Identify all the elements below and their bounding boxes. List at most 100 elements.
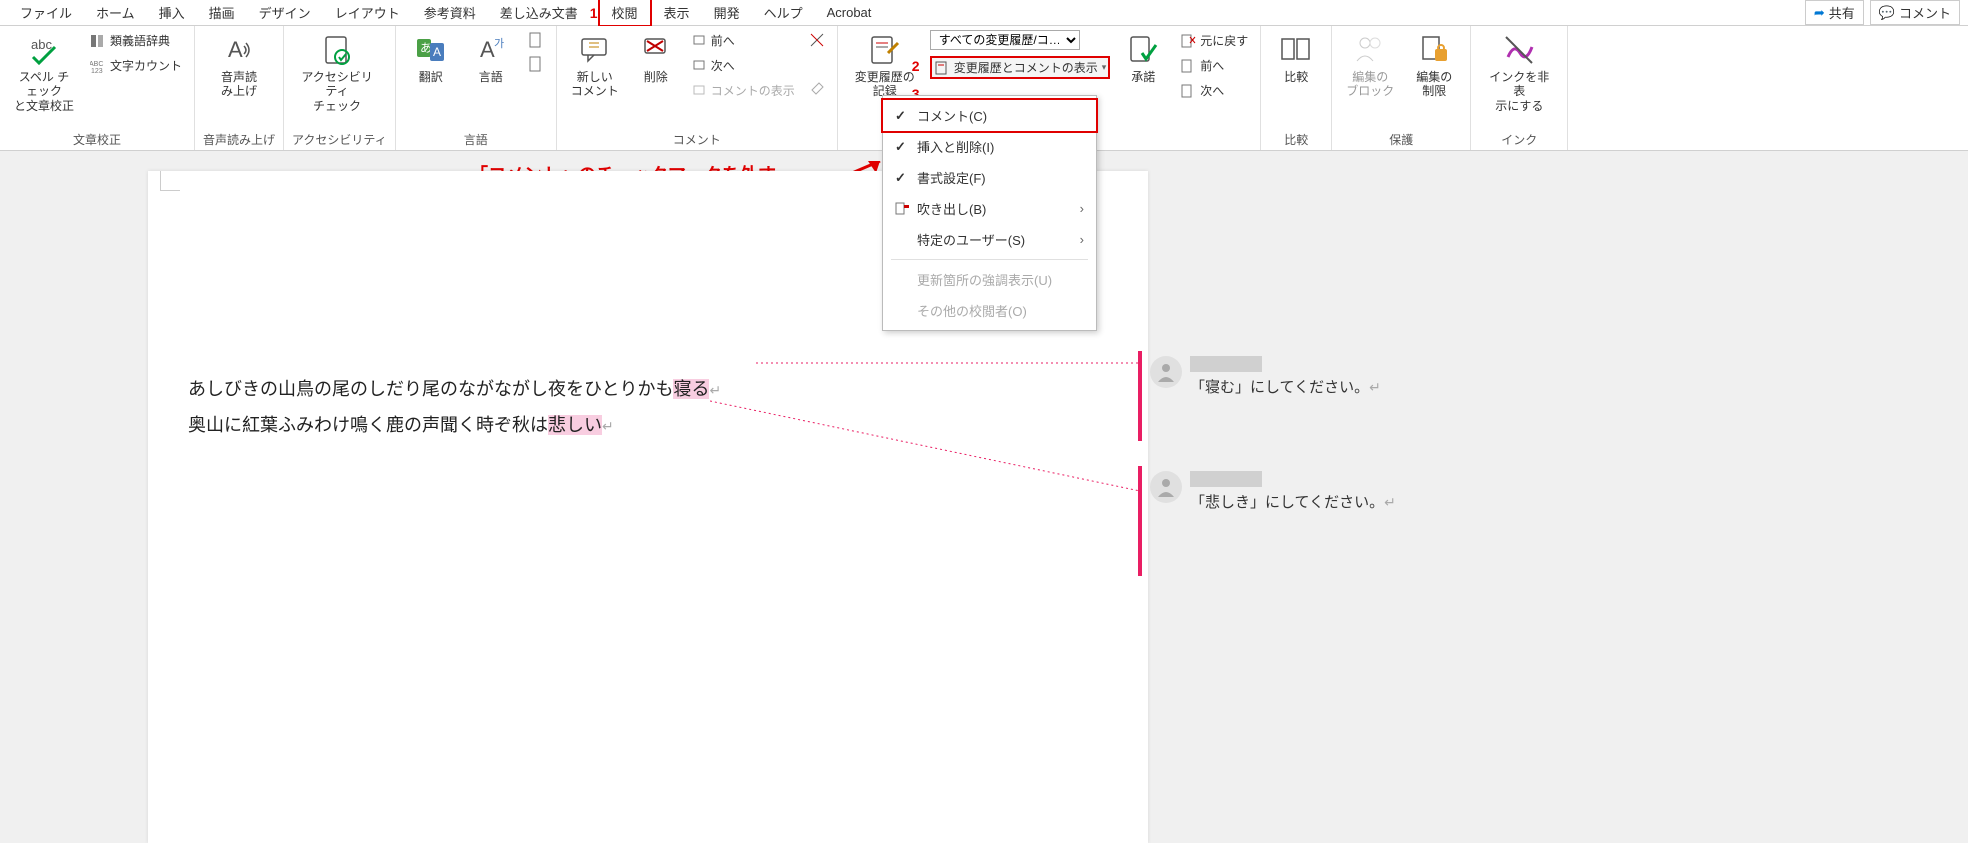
share-button[interactable]: ➦ 共有 [1805,0,1864,25]
comment-1[interactable]: 「寝む」にしてください。↵ [1150,356,1530,397]
prev-change-label: 前へ [1200,57,1224,74]
newcomment-button[interactable]: 新しいコメント [565,30,625,101]
dropdown-specific-people-label: 特定のユーザー(S) [917,230,1025,249]
menu-help[interactable]: ヘルプ [752,0,815,25]
show-markup-button[interactable]: 変更履歴とコメントの表示 ▾ [930,56,1111,79]
dropdown-formatting[interactable]: ✓ 書式設定(F) [883,162,1096,193]
check-icon: ✓ [895,139,909,155]
accept-label: 承諾 [1131,70,1155,84]
menu-bar: ファイル ホーム 挿入 描画 デザイン レイアウト 参考資料 差し込み文書 1 … [0,0,1968,26]
svg-text:abc: abc [31,37,52,52]
doc-icon [528,32,544,48]
menu-view[interactable]: 表示 [652,0,702,25]
newcomment-icon [577,32,613,68]
menu-draw[interactable]: 描画 [197,0,247,25]
balloon-icon [895,202,909,216]
thesaurus-button[interactable]: 類義語辞典 [86,30,186,51]
annotation-2: 2 [912,58,920,74]
avatar-icon [1150,471,1182,503]
svg-text:A: A [480,37,495,62]
group-compare-label: 比較 [1269,129,1323,148]
dropdown-specific-people[interactable]: 特定のユーザー(S) › [883,224,1096,255]
menu-home[interactable]: ホーム [84,0,147,25]
next-change-icon [1180,83,1196,99]
menu-file[interactable]: ファイル [8,0,84,25]
menu-references[interactable]: 参考資料 [412,0,488,25]
translate-label: 翻訳 [419,70,443,84]
prev-change-button[interactable]: 前へ [1176,55,1252,76]
group-speech: A 音声読み上げ 音声読み上げ [195,26,284,150]
nextcomment-button[interactable]: 次へ [687,55,799,76]
group-protect: 編集のブロック 編集の制限 保護 [1332,26,1471,150]
svg-text:ABC: ABC [90,61,103,68]
comment-label-top: コメント [1899,3,1951,22]
dropdown-comments-label: コメント(C) [917,106,987,125]
wordcount-icon: ABC123 [90,58,106,74]
compare-button[interactable]: 比較 [1269,30,1323,86]
svg-text:가: 가 [494,37,504,50]
check-icon: ✓ [895,170,909,186]
display-combobox[interactable]: すべての変更履歴/コ… [930,30,1080,50]
next-icon [691,58,707,74]
doc-icon-2 [528,56,544,72]
ink-btn[interactable] [805,30,829,50]
annotation-1: 1 [590,5,598,21]
doc-line-1[interactable]: あしびきの山鳥の尾のしだり尾のながながし夜をひとりかも寝る↵ [188,371,1108,407]
change-bar-2 [1138,466,1142,576]
prevcomment-button[interactable]: 前へ [687,30,799,51]
menu-design[interactable]: デザイン [247,0,323,25]
menu-developer[interactable]: 開発 [702,0,752,25]
trackchanges-icon [867,32,903,68]
menu-insert[interactable]: 挿入 [147,0,197,25]
lang-extra2-button[interactable] [524,54,548,74]
spellcheck-button[interactable]: abc スペル チェックと文章校正 [8,30,80,115]
wordcount-button[interactable]: ABC123 文字カウント [86,55,186,76]
comment-author-redacted [1190,356,1262,372]
menu-mailings[interactable]: 差し込み文書 [488,0,590,25]
dropdown-balloons-label: 吹き出し(B) [917,199,986,218]
page-corner-mark [160,171,180,191]
doc-line-2[interactable]: 奥山に紅葉ふみわけ鳴く鹿の声聞く時ぞ秋は悲しい↵ [188,407,1108,443]
accessibility-button[interactable]: アクセシビリティチェック [292,30,382,115]
readaloud-button[interactable]: A 音声読み上げ [203,30,275,101]
reject-button[interactable]: 元に戻す [1176,30,1252,51]
menu-layout[interactable]: レイアウト [323,0,412,25]
pen-strike-icon [809,32,825,48]
restrict-button[interactable]: 編集の制限 [1406,30,1462,101]
menu-acrobat[interactable]: Acrobat [815,2,884,23]
compare-label: 比較 [1284,70,1308,84]
comments-button-top[interactable]: 💬 コメント [1870,0,1960,25]
group-ink: インクを非表示にする インク [1471,26,1568,150]
accessibility-label: アクセシビリティチェック [298,70,376,113]
next-change-label: 次へ [1200,82,1224,99]
group-proofing-label: 文章校正 [8,129,186,148]
dropdown-balloons[interactable]: 吹き出し(B) › [883,193,1096,224]
dropdown-insertions[interactable]: ✓ 挿入と削除(I) [883,131,1096,162]
language-button[interactable]: A가 言語 [464,30,518,86]
showcomments-icon [691,83,707,99]
showcomments-button[interactable]: コメントの表示 [687,80,799,101]
translate-button[interactable]: あA 翻訳 [404,30,458,86]
dropdown-separator [891,259,1088,260]
dropdown-insertions-label: 挿入と削除(I) [917,137,994,156]
paragraph-mark-icon: ↵ [602,420,614,435]
next-change-button[interactable]: 次へ [1176,80,1252,101]
translate-icon: あA [413,32,449,68]
deletecomment-button[interactable]: 削除 [631,30,681,86]
share-icon: ➦ [1814,5,1825,21]
comment-2[interactable]: 「悲しき」にしてください。↵ [1150,471,1530,512]
svg-text:A: A [433,45,441,59]
dropdown-caret-icon: ▾ [1102,62,1107,73]
accept-button[interactable]: 承諾 [1116,30,1170,86]
dropdown-comments[interactable]: ✓ コメント(C) [881,98,1098,133]
hide-ink-button[interactable]: インクを非表示にする [1479,30,1559,115]
eraser-btn[interactable] [805,78,829,98]
group-language: あA 翻訳 A가 言語 言語 [396,26,557,150]
eraser-icon [809,80,825,96]
lang-extra1-button[interactable] [524,30,548,50]
share-label: 共有 [1829,3,1855,22]
line1-text: あしびきの山鳥の尾のしだり尾のながながし夜をひとりかも [188,379,673,399]
menu-review[interactable]: 校閲 [598,0,652,27]
chevron-right-icon: › [1080,201,1084,216]
wordcount-label: 文字カウント [110,57,182,74]
